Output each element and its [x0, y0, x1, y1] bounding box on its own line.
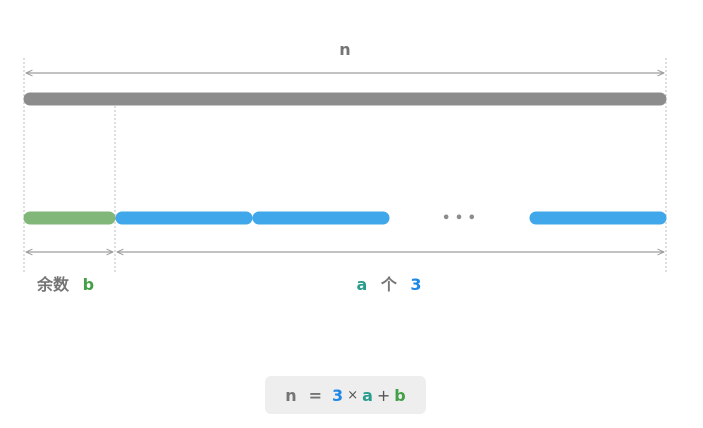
formula-plus: + — [376, 385, 391, 405]
formula-box: n = 3 × a + b — [265, 376, 426, 414]
formula-n: n — [285, 385, 297, 405]
formula-three: 3 — [332, 385, 344, 405]
count-variable: a — [356, 275, 367, 294]
count-number: 3 — [410, 275, 421, 294]
count-word: 个 — [380, 275, 398, 294]
formula-a: a — [362, 385, 373, 405]
formula-b: b — [394, 385, 406, 405]
rope-division-diagram: n • • • 余数 b a 个 3 — [23, 40, 667, 294]
segment-count-label: a 个 3 — [356, 275, 421, 294]
formula-times: × — [347, 387, 359, 403]
remainder-label: 余数 b — [36, 275, 94, 294]
remainder-variable: b — [83, 275, 94, 294]
ellipsis-dots: • • • — [442, 211, 476, 226]
remainder-word: 余数 — [36, 275, 70, 294]
total-length-label: n — [339, 40, 350, 59]
formula-equals: = — [308, 385, 323, 405]
